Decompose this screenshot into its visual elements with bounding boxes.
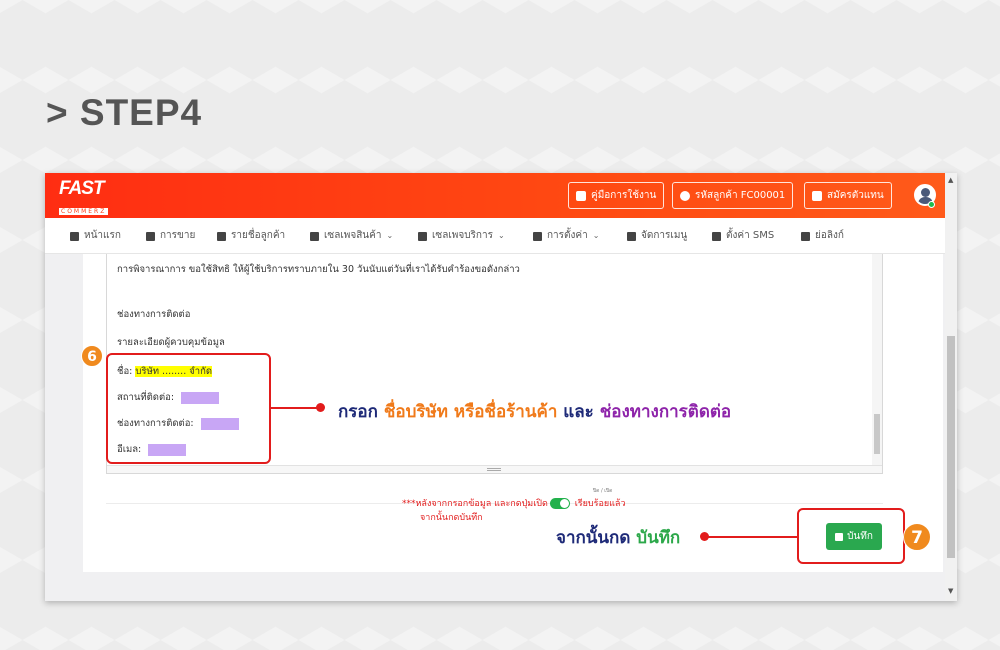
- note-line-1: ***หลังจากกรอกข้อมูล และกดปุ่มเปิด เรียบ…: [402, 498, 626, 509]
- top-header: FAST COMMERZ คู่มือการใช้งาน รหัสลูกค้า …: [45, 173, 945, 218]
- nav-settings[interactable]: การตั้งค่า ⌄: [533, 218, 599, 254]
- nav-service-salepage[interactable]: เซลเพจบริการ ⌄: [418, 218, 505, 254]
- menu-icon: [627, 231, 636, 241]
- step-badge-6: 6: [81, 345, 103, 367]
- manual-button[interactable]: คู่มือการใช้งาน: [568, 182, 665, 209]
- controller-heading: รายละเอียดผู้ควบคุมข้อมูล: [117, 337, 225, 348]
- scroll-up-icon[interactable]: ▲: [948, 176, 953, 184]
- gear-icon: [533, 231, 542, 241]
- main-nav: หน้าแรก การขาย รายชื่อลูกค้า เซลเพจสินค้…: [45, 218, 945, 254]
- nav-customers[interactable]: รายชื่อลูกค้า: [217, 218, 285, 254]
- nav-sms-settings[interactable]: ตั้งค่า SMS: [712, 218, 774, 254]
- bell-icon: [418, 231, 427, 241]
- home-icon: [70, 231, 79, 241]
- chevron-down-icon: ⌄: [497, 231, 505, 240]
- nav-short-link[interactable]: ย่อลิงก์: [801, 218, 844, 254]
- file-icon: [801, 231, 810, 241]
- sales-icon: [146, 231, 155, 241]
- logo-main: FAST: [59, 178, 105, 199]
- chevron-down-icon: ⌄: [592, 231, 600, 240]
- online-status-dot: [928, 201, 935, 208]
- connector-line: [271, 407, 321, 409]
- nav-product-salepage[interactable]: เซลเพจสินค้า ⌄: [310, 218, 393, 254]
- step-title: > STEP4: [46, 92, 203, 133]
- register-agent-label: สมัครตัวแทน: [827, 190, 884, 201]
- toggle-caption: ปิด / เปิด: [593, 488, 613, 494]
- user-circle-icon: [680, 190, 690, 201]
- instruction-fill-info: กรอก ชื่อบริษัท หรือชื่อร้านค้า และ ช่อง…: [338, 402, 732, 422]
- nav-menu-manage[interactable]: จัดการเมนู: [627, 218, 687, 254]
- nav-home[interactable]: หน้าแรก: [70, 218, 121, 254]
- note-line-2: จากนั้นกดบันทึก: [420, 513, 483, 523]
- editor-scroll-thumb[interactable]: [874, 414, 880, 454]
- editor-resize-grip[interactable]: [107, 465, 882, 473]
- logo-sub: COMMERZ: [59, 208, 109, 215]
- chevron-down-icon: ⌄: [386, 231, 394, 240]
- customer-code-button[interactable]: รหัสลูกค้า FC00001: [672, 182, 794, 209]
- register-agent-button[interactable]: สมัครตัวแทน: [804, 182, 892, 209]
- contact-heading: ช่องทางการติดต่อ: [117, 309, 191, 320]
- chat-icon: [712, 231, 721, 241]
- instruction-press-save: จากนั้นกด บันทึก: [556, 528, 681, 548]
- highlight-box-save: [797, 508, 905, 564]
- highlight-box-contact: [106, 353, 271, 464]
- editor-line: การพิจารณาการ ขอใช้สิทธิ ให้ผู้ใช้บริการ…: [117, 264, 520, 275]
- agent-icon: [812, 190, 822, 201]
- nav-sales[interactable]: การขาย: [146, 218, 195, 254]
- book-icon: [576, 190, 586, 201]
- fastcommerz-logo[interactable]: FAST COMMERZ: [59, 178, 109, 217]
- page-scroll-thumb[interactable]: [947, 336, 955, 558]
- editor-scrollbar[interactable]: [872, 254, 882, 466]
- connector-dot: [316, 403, 325, 412]
- manual-label: คู่มือการใช้งาน: [591, 190, 657, 201]
- toggle-switch[interactable]: [549, 498, 570, 509]
- box-icon: [310, 231, 319, 241]
- customer-code-label: รหัสลูกค้า FC00001: [695, 190, 786, 201]
- connector-line: [705, 536, 797, 538]
- page-scrollbar[interactable]: ▲ ▼: [945, 173, 957, 601]
- user-icon: [217, 231, 226, 241]
- scroll-down-icon[interactable]: ▼: [948, 587, 953, 595]
- step-badge-7: 7: [903, 523, 931, 551]
